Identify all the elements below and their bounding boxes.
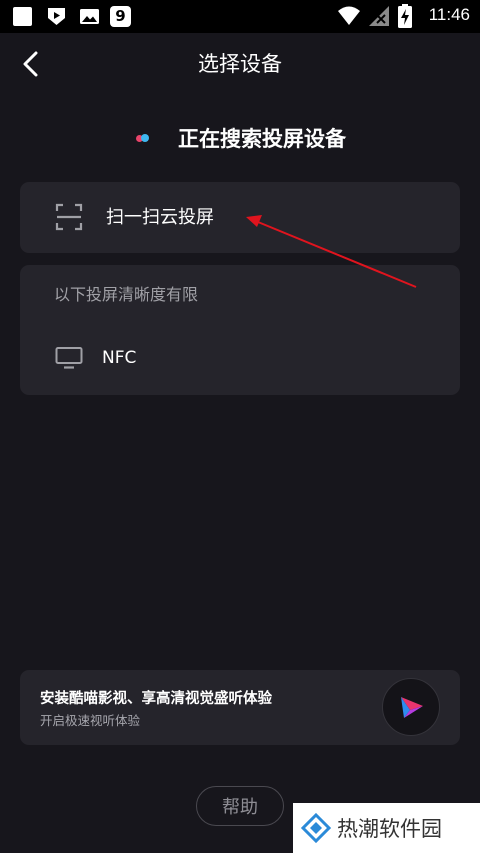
kumiao-logo-icon[interactable]: [382, 678, 440, 736]
loading-spinner-icon: [134, 128, 154, 148]
scan-cloud-cast-label: 扫一扫云投屏: [106, 207, 214, 228]
play-logo-icon: [401, 697, 423, 718]
device-name: NFC: [102, 348, 137, 368]
tv-icon: [55, 347, 83, 369]
promo-banner[interactable]: 安装酷喵影视、享高清视觉盛听体验 开启极速视听体验: [20, 670, 460, 745]
wifi-icon: [338, 6, 360, 25]
square-notification-icon: [13, 7, 32, 26]
back-button[interactable]: [14, 47, 48, 81]
app-9-notification-icon: 9: [110, 6, 131, 27]
chevron-left-icon: [23, 51, 38, 77]
header: 选择设备: [0, 33, 480, 95]
no-signal-icon: [369, 6, 389, 26]
image-notification-icon: [80, 9, 99, 24]
watermark: 热潮软件园: [293, 803, 480, 853]
diamond-logo-icon: [301, 813, 331, 843]
help-button[interactable]: 帮助: [196, 786, 284, 826]
play-notification-icon: [48, 8, 65, 25]
watermark-text: 热潮软件园: [337, 817, 442, 841]
device-list-card: 以下投屏清晰度有限 NFC: [20, 265, 460, 395]
page-title: 选择设备: [198, 52, 282, 76]
device-list-notice: 以下投屏清晰度有限: [54, 285, 199, 304]
status-bar: 9 11:46: [0, 0, 480, 33]
status-time: 11:46: [428, 5, 470, 24]
scan-icon: [55, 203, 83, 231]
device-item-nfc[interactable]: NFC: [20, 335, 460, 381]
scan-cloud-cast-button[interactable]: 扫一扫云投屏: [20, 182, 460, 253]
promo-subtitle: 开启极速视听体验: [40, 713, 141, 728]
app-9-glyph: 9: [115, 7, 126, 25]
promo-title: 安装酷喵影视、享高清视觉盛听体验: [40, 691, 272, 707]
searching-row: 正在搜索投屏设备: [0, 118, 480, 158]
searching-text: 正在搜索投屏设备: [178, 127, 346, 151]
battery-charging-icon: [398, 4, 412, 28]
